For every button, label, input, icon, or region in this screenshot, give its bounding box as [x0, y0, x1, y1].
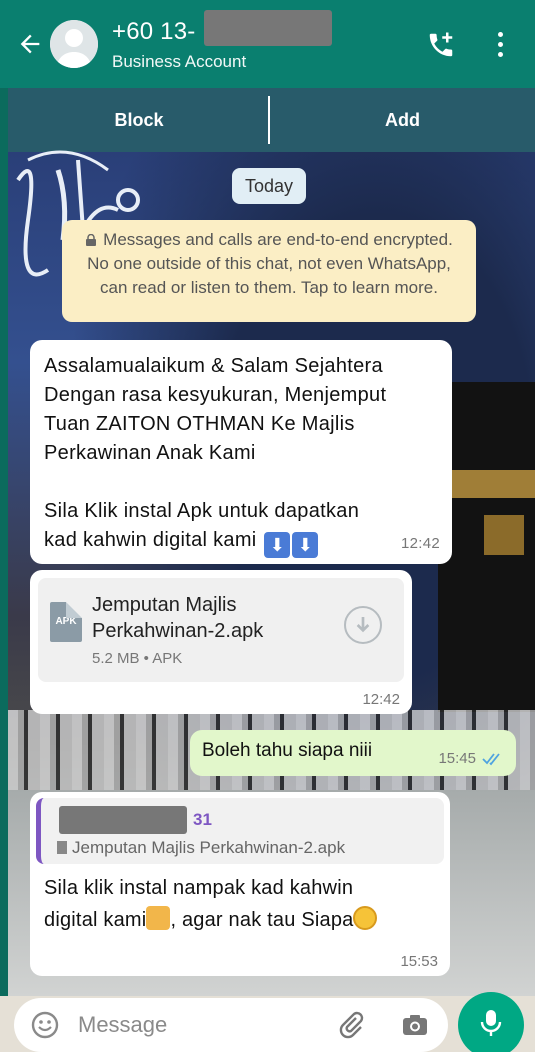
emoji-icon[interactable]: [30, 1010, 60, 1040]
praying-hands-emoji-icon: [146, 906, 171, 930]
down-arrow-emoji-icon: ⬇: [292, 532, 319, 558]
message-time: 12:42: [400, 535, 440, 552]
contact-subtitle: Business Account: [112, 52, 247, 71]
encryption-text: Messages and calls are end-to-end encryp…: [87, 230, 453, 297]
lock-icon: [86, 234, 97, 246]
down-arrow-emoji-icon: ⬇: [264, 532, 291, 558]
message-time: 15:45: [438, 750, 476, 767]
message-input[interactable]: Message: [14, 998, 448, 1052]
outgoing-message[interactable]: Boleh tahu siapa niii 15:45: [190, 730, 516, 776]
add-contact-button[interactable]: Add: [270, 88, 535, 152]
contact-title[interactable]: +60 13-: [112, 18, 195, 46]
message-placeholder: Message: [78, 1012, 168, 1037]
message-line: digital kami , agar nak tau Siapa: [44, 904, 444, 936]
wallpaper-kaaba-door: [484, 515, 524, 555]
message-time: 12:42: [362, 691, 400, 708]
quoted-file-name: Jemputan Majlis Perkahwinan-2.apk: [72, 838, 346, 857]
message-line: Sila klik instal nampak kad kahwin: [44, 877, 354, 899]
read-ticks-icon: [482, 753, 500, 766]
redaction-box: [204, 10, 332, 46]
more-options-icon[interactable]: [494, 32, 506, 60]
incoming-file-message[interactable]: APK Jemputan Majlis Perkahwinan-2.apk 5.…: [30, 570, 412, 714]
message-fragment: digital kami: [44, 909, 147, 931]
incoming-reply-message[interactable]: 31 Jemputan Majlis Perkahwinan-2.apk Sil…: [30, 792, 450, 976]
message-line-last: kad kahwin digital kami ⬇ ⬇: [44, 526, 438, 558]
chat-header: +60 13- Business Account: [0, 0, 535, 88]
message-text: Boleh tahu siapa niii: [202, 740, 373, 761]
message-line: Tuan ZAITON OTHMAN Ke Majlis: [44, 413, 355, 435]
quoted-file: Jemputan Majlis Perkahwinan-2.apk: [57, 838, 345, 858]
voice-record-button[interactable]: [458, 992, 524, 1052]
camera-icon[interactable]: [400, 1010, 430, 1040]
grinning-face-emoji-icon: [353, 906, 378, 930]
redaction-box: [59, 806, 187, 834]
download-icon[interactable]: [344, 606, 382, 644]
quoted-author: 31: [193, 810, 212, 829]
avatar[interactable]: [50, 20, 98, 68]
date-chip: Today: [232, 168, 306, 204]
composer-bar: Message: [0, 992, 535, 1052]
file-meta: 5.2 MB • APK: [92, 650, 183, 667]
message-line: Sila Klik instal Apk untuk dapatkan: [44, 500, 360, 522]
quoted-message[interactable]: 31 Jemputan Majlis Perkahwinan-2.apk: [36, 798, 444, 864]
message-line: Perkawinan Anak Kami: [44, 442, 256, 464]
message-fragment: , agar nak tau Siapa: [170, 909, 354, 931]
message-text: Sila klik instal nampak kad kahwin digit…: [44, 872, 444, 936]
encryption-notice[interactable]: Messages and calls are end-to-end encryp…: [62, 220, 476, 322]
message-time: 15:53: [400, 953, 438, 970]
wallpaper-kaaba-band: [438, 470, 535, 498]
incoming-message[interactable]: Assalamualaikum & Salam Sejahtera Dengan…: [30, 340, 452, 564]
attach-icon[interactable]: [336, 1010, 366, 1040]
file-name: Jemputan Majlis Perkahwinan-2.apk: [92, 594, 264, 642]
back-arrow-icon[interactable]: [16, 30, 44, 58]
add-call-icon[interactable]: [426, 30, 456, 60]
microphone-icon: [480, 1010, 502, 1036]
apk-file-icon: APK: [50, 602, 82, 642]
message-line: Dengan rasa kesyukuran, Menjemput: [44, 384, 387, 406]
document-icon: [57, 841, 67, 854]
message-line-blank: [44, 468, 438, 497]
file-attachment[interactable]: APK Jemputan Majlis Perkahwinan-2.apk 5.…: [38, 578, 404, 682]
default-avatar-icon: [50, 20, 98, 68]
message-line-text: kad kahwin digital kami: [44, 529, 257, 551]
message-line: Assalamualaikum & Salam Sejahtera: [44, 355, 383, 377]
